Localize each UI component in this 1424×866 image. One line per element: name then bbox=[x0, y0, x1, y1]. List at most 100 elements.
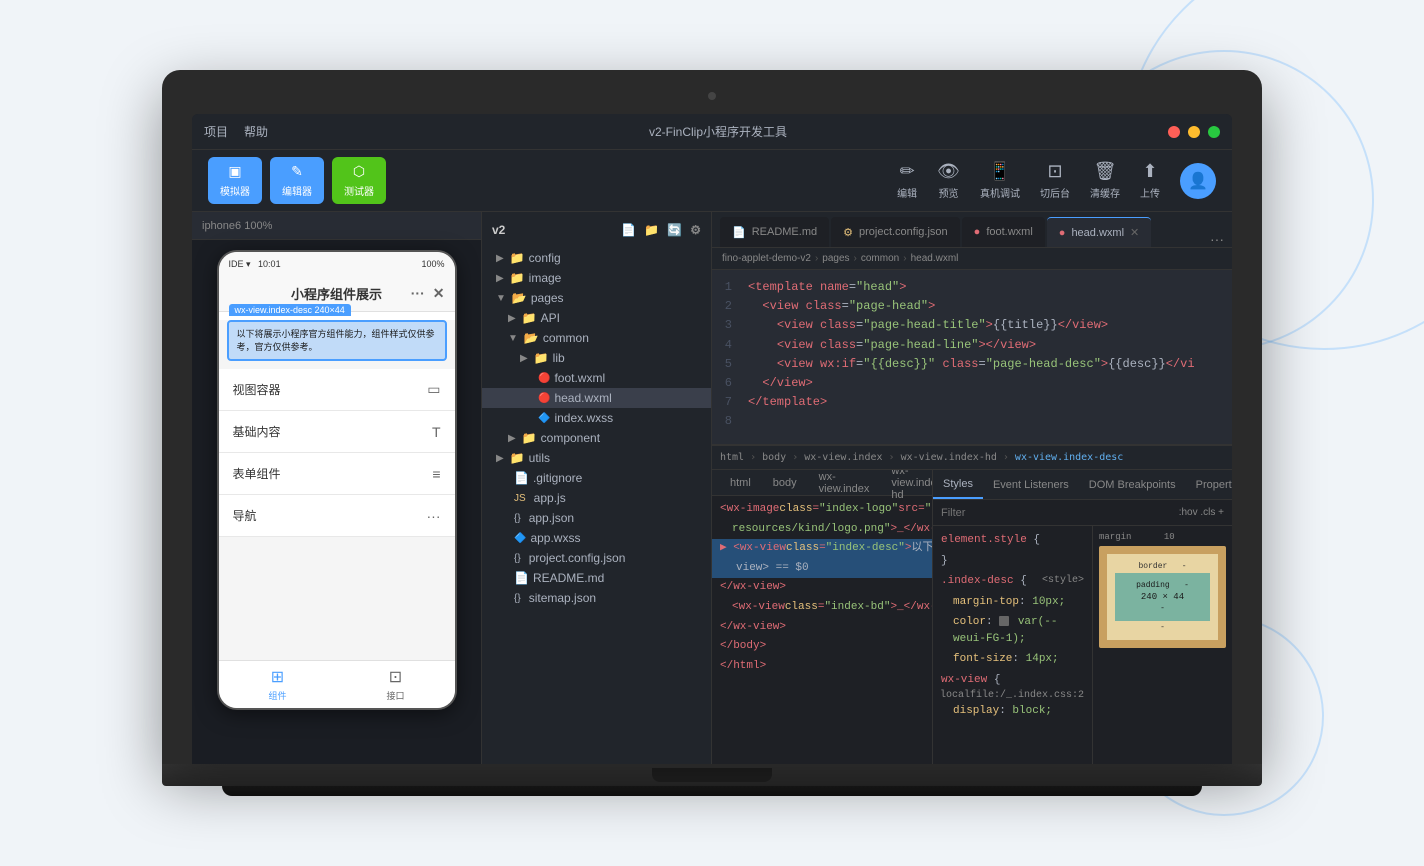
tree-project-config[interactable]: {} project.config.json bbox=[482, 548, 711, 568]
path-index-hd[interactable]: wx-view.index-hd bbox=[901, 452, 997, 463]
html-tree-line-selected[interactable]: view> == $0 bbox=[712, 559, 932, 579]
chevron-icon: ▶ bbox=[496, 273, 504, 284]
clear-cache-action[interactable]: 🗑 清缓存 bbox=[1090, 161, 1120, 200]
tree-app-wxss[interactable]: 🔷 app.wxss bbox=[482, 528, 711, 548]
editor-tabs: 📄 README.md ⚙ project.config.json ● foot… bbox=[712, 212, 1232, 248]
minimize-button[interactable] bbox=[1188, 126, 1200, 138]
device-info: iphone6 100% bbox=[202, 220, 272, 232]
html-tree-line[interactable]: </body> bbox=[712, 637, 932, 657]
tab-close-head[interactable]: ✕ bbox=[1130, 226, 1139, 239]
tree-config[interactable]: ▶ 📁 config bbox=[482, 248, 711, 268]
more-tabs-button[interactable]: ··· bbox=[1210, 231, 1224, 247]
html-tree-line[interactable]: <wx-image class="index-logo" src="../res… bbox=[712, 500, 932, 520]
user-avatar[interactable]: 👤 bbox=[1180, 163, 1216, 199]
camera bbox=[708, 92, 716, 100]
html-tree[interactable]: <wx-image class="index-logo" src="../res… bbox=[712, 496, 932, 764]
nav-item-component[interactable]: ⊞ 组件 bbox=[219, 661, 337, 708]
more-icon[interactable]: ··· bbox=[411, 285, 425, 302]
path-html[interactable]: html bbox=[720, 452, 744, 463]
styles-tab-dom[interactable]: DOM Breakpoints bbox=[1079, 470, 1186, 499]
list-item[interactable]: 基础内容 T bbox=[219, 411, 455, 453]
tree-common[interactable]: ▼ 📂 common bbox=[482, 328, 711, 348]
breadcrumb-sep: › bbox=[854, 253, 857, 264]
background-action[interactable]: ⊡ 切后台 bbox=[1040, 161, 1070, 200]
root-label: v2 bbox=[492, 223, 505, 237]
tree-item-label: README.md bbox=[533, 571, 604, 585]
code-area[interactable]: 1 <template name="head"> 2 <view class="… bbox=[712, 270, 1232, 444]
file-xml-icon: 🔴 bbox=[538, 393, 550, 404]
bottom-tab-wx-view-hd[interactable]: wx-view.index-hd bbox=[881, 470, 932, 495]
editor-label: 编辑器 bbox=[282, 183, 312, 198]
close-button[interactable] bbox=[1168, 126, 1180, 138]
menu-item-help[interactable]: 帮助 bbox=[244, 123, 268, 140]
tree-item-label: component bbox=[541, 431, 600, 445]
bottom-tab-body[interactable]: body bbox=[763, 470, 807, 495]
editor-button[interactable]: ✎ 编辑器 bbox=[270, 157, 324, 204]
tree-sitemap[interactable]: {} sitemap.json bbox=[482, 588, 711, 608]
padding-label: padding - bbox=[1123, 581, 1202, 590]
file-json-icon: {} bbox=[514, 593, 521, 604]
styles-tab-props[interactable]: Properties bbox=[1186, 470, 1232, 499]
device-debug-action[interactable]: 📱 真机调试 bbox=[980, 161, 1020, 200]
tree-item-label: foot.wxml bbox=[554, 371, 605, 385]
html-tree-line[interactable]: </html> bbox=[712, 657, 932, 677]
tree-utils[interactable]: ▶ 📁 utils bbox=[482, 448, 711, 468]
tree-app-js[interactable]: JS app.js bbox=[482, 488, 711, 508]
bottom-tab-html[interactable]: html bbox=[720, 470, 761, 495]
folder-icon: 📁 bbox=[510, 271, 525, 285]
styles-tab-styles[interactable]: Styles bbox=[933, 470, 983, 499]
list-item[interactable]: 表单组件 ≡ bbox=[219, 453, 455, 495]
filter-input[interactable] bbox=[941, 507, 1173, 519]
list-item[interactable]: 视图容器 ▭ bbox=[219, 369, 455, 411]
tab-head-wxml[interactable]: ● head.wxml ✕ bbox=[1047, 217, 1151, 247]
tree-api[interactable]: ▶ 📁 API bbox=[482, 308, 711, 328]
html-tree-line[interactable]: </wx-view> bbox=[712, 578, 932, 598]
maximize-button[interactable] bbox=[1208, 126, 1220, 138]
settings-icon[interactable]: ⚙ bbox=[690, 223, 701, 237]
tab-foot-wxml[interactable]: ● foot.wxml bbox=[962, 217, 1045, 247]
nav-item-api[interactable]: ⊡ 接口 bbox=[337, 661, 455, 708]
border-label: border - bbox=[1115, 562, 1210, 571]
tree-pages[interactable]: ▼ 📂 pages bbox=[482, 288, 711, 308]
close-icon[interactable]: ✕ bbox=[433, 285, 445, 302]
tree-app-json[interactable]: {} app.json bbox=[482, 508, 711, 528]
tree-item-label: .gitignore bbox=[533, 471, 582, 485]
tree-gitignore[interactable]: 📄 .gitignore bbox=[482, 468, 711, 488]
tree-head-wxml[interactable]: 🔴 head.wxml bbox=[482, 388, 711, 408]
styles-tab-event[interactable]: Event Listeners bbox=[983, 470, 1079, 499]
tree-index-wxss[interactable]: 🔷 index.wxss bbox=[482, 408, 711, 428]
list-item[interactable]: 导航 ··· bbox=[219, 495, 455, 537]
window-controls bbox=[1168, 126, 1220, 138]
bottom-tab-wx-view-index[interactable]: wx-view.index bbox=[809, 470, 880, 495]
html-tree-line[interactable]: resources/kind/logo.png">_</wx-image> bbox=[712, 520, 932, 540]
refresh-icon[interactable]: 🔄 bbox=[667, 223, 682, 237]
editor-panel: 📄 README.md ⚙ project.config.json ● foot… bbox=[712, 212, 1232, 764]
menu-item-project[interactable]: 项目 bbox=[204, 123, 228, 140]
simulator-button[interactable]: ▣ 模拟器 bbox=[208, 157, 262, 204]
html-tree-line-selected[interactable]: ▶ <wx-view class="index-desc">以下将展示小程序官方… bbox=[712, 539, 932, 559]
upload-action[interactable]: ⬆ 上传 bbox=[1140, 161, 1160, 200]
new-file-icon[interactable]: 📄 bbox=[621, 223, 636, 237]
file-wxss-icon: 🔷 bbox=[538, 413, 550, 424]
tree-foot-wxml[interactable]: 🔴 foot.wxml bbox=[482, 368, 711, 388]
path-index[interactable]: wx-view.index bbox=[804, 452, 882, 463]
tab-label-foot: foot.wxml bbox=[986, 226, 1032, 238]
tree-readme[interactable]: 📄 README.md bbox=[482, 568, 711, 588]
path-body[interactable]: body bbox=[762, 452, 786, 463]
path-index-desc[interactable]: wx-view.index-desc bbox=[1015, 452, 1123, 463]
tab-readme[interactable]: 📄 README.md bbox=[720, 217, 829, 247]
tester-button[interactable]: ⬡ 测试器 bbox=[332, 157, 386, 204]
css-prop-fontsize: font-size: 14px; bbox=[933, 649, 1092, 670]
edit-action[interactable]: ✏ 编辑 bbox=[897, 161, 917, 200]
preview-action[interactable]: 👁 预览 bbox=[937, 161, 960, 200]
html-tree-line[interactable]: </wx-view> bbox=[712, 618, 932, 638]
code-line-1: 1 <template name="head"> bbox=[712, 278, 1232, 297]
selected-area: 以下将展示小程序官方组件能力，组件样式仅供参考，官方仅供参考。 bbox=[229, 322, 445, 359]
background-label: 切后台 bbox=[1040, 185, 1070, 200]
new-folder-icon[interactable]: 📁 bbox=[644, 223, 659, 237]
tree-image[interactable]: ▶ 📁 image bbox=[482, 268, 711, 288]
tree-component[interactable]: ▶ 📁 component bbox=[482, 428, 711, 448]
tree-lib[interactable]: ▶ 📁 lib bbox=[482, 348, 711, 368]
html-tree-line[interactable]: <wx-view class="index-bd">_</wx-view> bbox=[712, 598, 932, 618]
tab-project-config[interactable]: ⚙ project.config.json bbox=[831, 217, 960, 247]
